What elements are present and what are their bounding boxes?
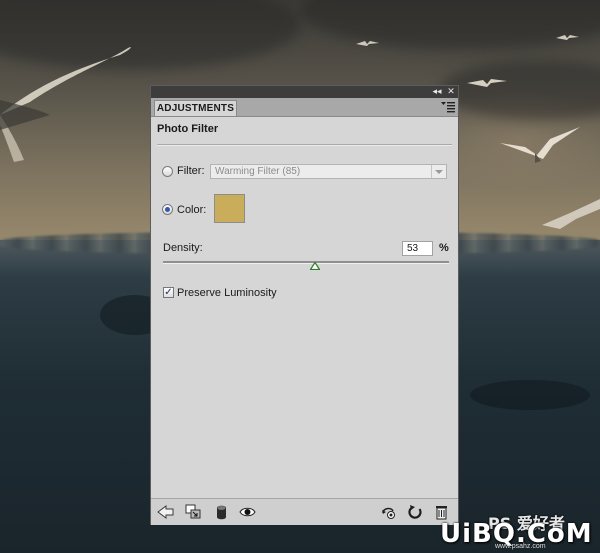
panel-bottom-toolbar xyxy=(151,498,458,525)
chevron-down-icon[interactable] xyxy=(431,165,446,178)
density-slider[interactable] xyxy=(163,261,449,264)
previous-state-icon[interactable] xyxy=(380,504,397,520)
panel-menu-icon[interactable] xyxy=(441,101,455,113)
visibility-mask-icon[interactable] xyxy=(213,504,230,520)
reset-icon[interactable] xyxy=(407,504,424,520)
close-icon[interactable]: ✕ xyxy=(445,87,457,97)
back-arrow-icon[interactable] xyxy=(157,504,174,520)
eye-icon[interactable] xyxy=(239,504,256,520)
filter-label: Filter: xyxy=(177,165,205,177)
color-radio[interactable] xyxy=(162,204,173,215)
density-unit: % xyxy=(439,242,449,254)
watermark-url: www.psahz.com xyxy=(495,543,546,550)
panel-title-bar[interactable]: ◂◂ ✕ xyxy=(151,86,458,98)
preserve-luminosity-checkbox[interactable]: ✓ xyxy=(163,287,174,298)
seagull xyxy=(556,35,579,40)
color-swatch[interactable] xyxy=(214,194,245,223)
seagull xyxy=(542,199,600,229)
color-label: Color: xyxy=(177,204,207,216)
seagull xyxy=(467,79,507,87)
seagull-large xyxy=(0,47,131,162)
adjustment-title: Photo Filter xyxy=(157,123,219,135)
divider xyxy=(157,144,452,146)
filter-dropdown-value: Warming Filter (85) xyxy=(215,166,301,177)
density-input[interactable]: 53 xyxy=(402,241,433,256)
collapse-icon[interactable]: ◂◂ xyxy=(431,87,443,97)
trash-icon[interactable] xyxy=(433,504,450,520)
panel-tab-row: ADJUSTMENTS xyxy=(151,98,458,117)
filter-dropdown[interactable]: Warming Filter (85) xyxy=(210,164,447,179)
fish-shadow xyxy=(470,380,590,410)
seagull xyxy=(356,41,379,46)
clip-layer-icon[interactable] xyxy=(185,504,202,520)
seagull xyxy=(500,127,580,163)
adjustments-panel: ◂◂ ✕ ADJUSTMENTS Photo Filter Filter: Wa… xyxy=(150,85,459,525)
density-label: Density: xyxy=(163,242,203,254)
density-slider-thumb[interactable] xyxy=(309,262,320,270)
tab-adjustments[interactable]: ADJUSTMENTS xyxy=(154,100,237,116)
filter-radio[interactable] xyxy=(162,166,173,177)
preserve-luminosity-label: Preserve Luminosity xyxy=(177,287,277,299)
